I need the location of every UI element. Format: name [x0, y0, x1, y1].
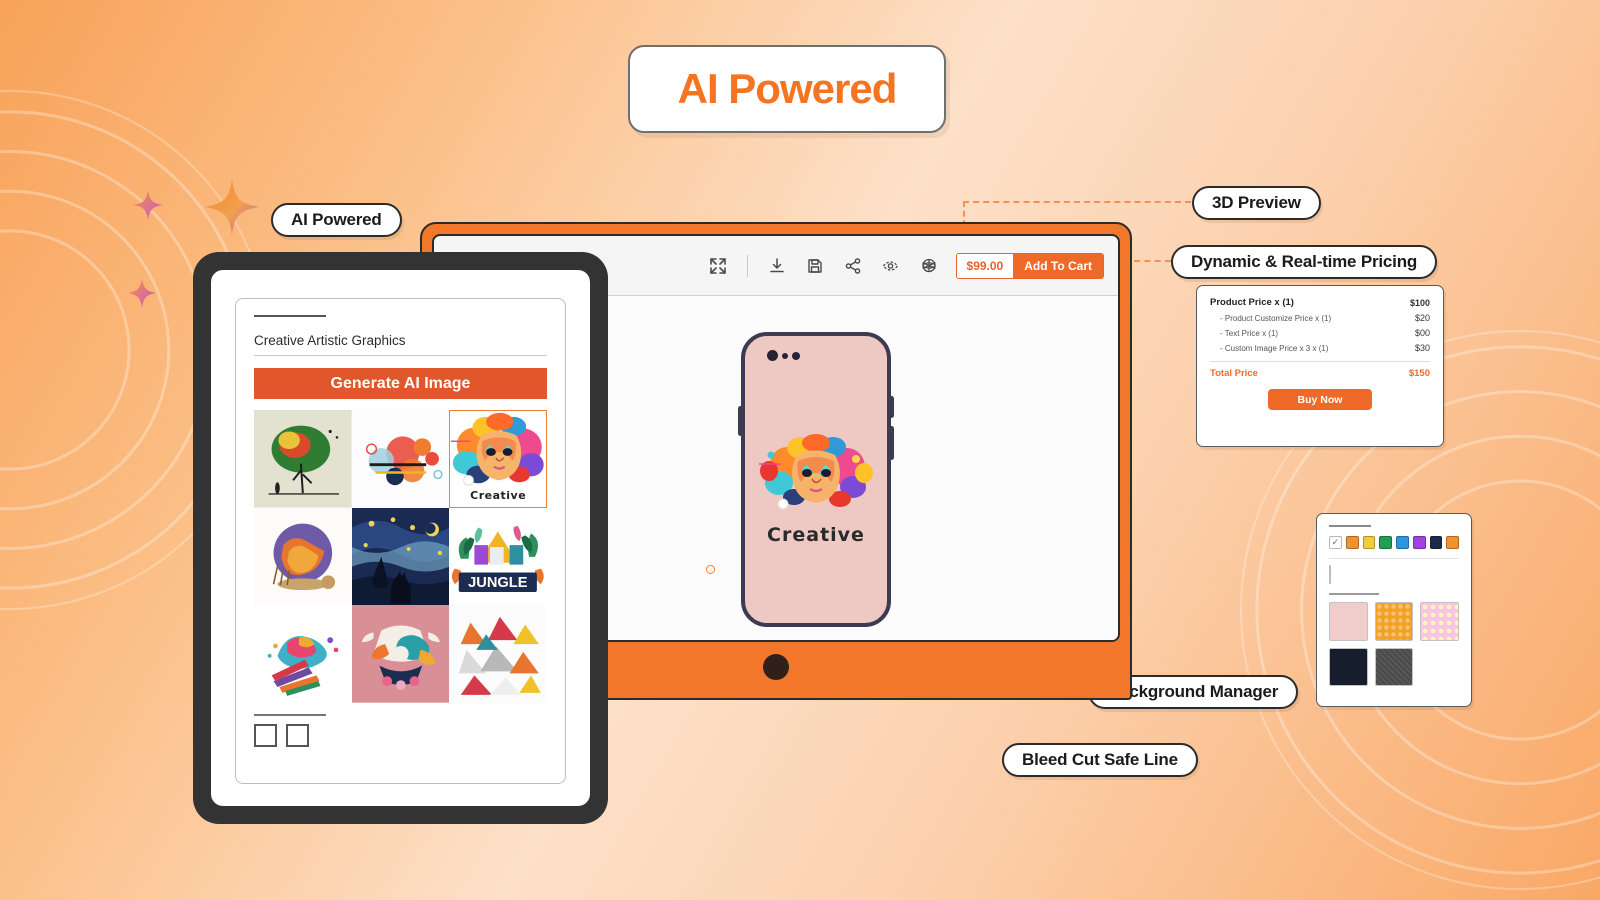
art-sphere[interactable]: [254, 507, 352, 606]
callout-background-manager-label: Background Manager: [1108, 682, 1279, 701]
swatch-none[interactable]: ✓: [1329, 536, 1342, 549]
art-tree[interactable]: [254, 410, 352, 508]
art-triangles[interactable]: [449, 605, 547, 703]
phone-side-button-right-bottom: [889, 426, 894, 460]
share-icon[interactable]: [842, 255, 864, 277]
save-icon[interactable]: [804, 255, 826, 277]
product-price-display: $99.00: [956, 253, 1014, 278]
headline-badge: AI Powered: [628, 45, 946, 133]
price-row: - Product Customize Price x (1) $20: [1210, 308, 1430, 323]
phone-case-product[interactable]: Creative: [738, 332, 894, 627]
price-value: $20: [1414, 313, 1430, 323]
swatch-green[interactable]: [1379, 536, 1392, 549]
art-starry-cat[interactable]: [351, 507, 450, 606]
monitor-power-dot: [763, 654, 789, 680]
price-value: $00: [1414, 328, 1430, 338]
background-manager-panel: ✓: [1316, 513, 1472, 707]
price-label: - Product Customize Price x (1): [1220, 313, 1332, 323]
texture-orange-weave[interactable]: [1374, 602, 1414, 641]
price-row: Product Price x (1) $100: [1210, 297, 1430, 308]
swatch-blue[interactable]: [1396, 536, 1409, 549]
toolbar-divider: [746, 254, 748, 277]
sparkle-icon-small-top: [133, 190, 163, 220]
texture-grid: [1329, 602, 1460, 687]
art-pencils[interactable]: [254, 605, 352, 703]
art-creative-face[interactable]: Creative: [449, 410, 547, 508]
total-price-row: Total Price $150: [1210, 368, 1430, 379]
creative-face-artwork: [759, 434, 873, 510]
swatch-orange[interactable]: [1345, 536, 1359, 549]
bg-panel-divider: [1329, 558, 1459, 559]
color-swatch-row: ✓: [1329, 536, 1459, 549]
price-label: - Text Price x (1): [1220, 328, 1279, 338]
ai-image-gallery: Creative JUNGLE: [254, 410, 547, 704]
headline-text: AI Powered: [677, 65, 898, 112]
art-abstract[interactable]: [351, 410, 450, 508]
sparkle-icon-small-bottom: [128, 278, 156, 308]
panel-bottom-rule: [254, 714, 326, 717]
price-divider: [1210, 361, 1430, 362]
tablet-screen: Creative Artistic Graphics Generate AI I…: [211, 270, 590, 806]
pricing-panel: Product Price x (1) $100 - Product Custo…: [1196, 285, 1444, 447]
panel-top-rule: [254, 315, 326, 317]
color-picker-icon[interactable]: [1329, 565, 1331, 584]
3d-view-icon[interactable]: [918, 255, 940, 277]
callout-ai-powered: AI Powered: [271, 203, 402, 237]
add-to-cart-button[interactable]: Add To Cart: [1013, 253, 1103, 278]
sparkle-icon-large: [205, 178, 259, 236]
phone-artwork: Creative: [751, 431, 881, 546]
tablet-device: Creative Artistic Graphics Generate AI I…: [193, 252, 608, 824]
phone-art-caption: Creative: [767, 524, 865, 546]
fullscreen-icon[interactable]: [707, 255, 729, 277]
swatch-yellow[interactable]: [1362, 536, 1376, 549]
art-creative-face-caption: Creative: [470, 488, 527, 502]
phone-side-button-right-top: [889, 396, 894, 418]
ai-generator-panel: Creative Artistic Graphics Generate AI I…: [235, 298, 566, 784]
footer-box-2[interactable]: [286, 724, 309, 748]
toolbar-icon-group: [707, 254, 940, 277]
phone-side-button-left: [738, 406, 743, 436]
safe-line-marker: [706, 565, 715, 574]
swatch-purple[interactable]: [1412, 536, 1426, 549]
swatch-navy[interactable]: [1429, 536, 1443, 549]
callout-3d-preview: 3D Preview: [1192, 186, 1321, 220]
callout-pricing: Dynamic & Real-time Pricing: [1171, 245, 1438, 279]
buy-now-button[interactable]: Buy Now: [1268, 389, 1372, 410]
price-label: - Custom Image Price x 3 x (1): [1220, 343, 1329, 353]
price-value: $100: [1409, 297, 1430, 308]
price-row: - Text Price x (1) $00: [1210, 323, 1430, 338]
svg-text:JUNGLE: JUNGLE: [468, 575, 528, 591]
download-icon[interactable]: [766, 255, 788, 277]
cart-group: $99.00 Add To Cart: [955, 252, 1104, 279]
art-bird[interactable]: [351, 605, 450, 704]
phone-camera-module: [767, 350, 800, 361]
callout-pricing-label: Dynamic & Real-time Pricing: [1191, 252, 1418, 271]
callout-bleed-cut: Bleed Cut Safe Line: [1002, 743, 1198, 777]
texture-pink-plain[interactable]: [1329, 602, 1368, 641]
total-price-value: $150: [1408, 368, 1430, 379]
texture-navy-dark[interactable]: [1329, 647, 1368, 687]
panel-title: Creative Artistic Graphics: [254, 333, 547, 356]
texture-pink-dots[interactable]: [1420, 602, 1460, 641]
art-jungle[interactable]: JUNGLE: [449, 507, 547, 606]
callout-3d-preview-label: 3D Preview: [1212, 193, 1301, 212]
texture-grey-fabric[interactable]: [1374, 647, 1414, 687]
price-row: - Custom Image Price x 3 x (1) $30: [1210, 338, 1430, 353]
total-price-label: Total Price: [1210, 368, 1258, 379]
bg-panel-top-rule: [1329, 525, 1371, 527]
swatch-orange2[interactable]: [1446, 536, 1459, 549]
bg-panel-second-rule: [1329, 593, 1379, 595]
callout-ai-powered-label: AI Powered: [291, 210, 382, 229]
price-label: Product Price x (1): [1210, 297, 1294, 308]
callout-bleed-cut-label: Bleed Cut Safe Line: [1022, 750, 1178, 769]
panel-footer-boxes: [254, 724, 547, 748]
footer-box-1[interactable]: [254, 724, 277, 748]
generate-ai-image-button[interactable]: Generate AI Image: [254, 368, 547, 399]
price-value: $30: [1414, 343, 1430, 353]
preview-eye-icon[interactable]: [880, 255, 902, 277]
